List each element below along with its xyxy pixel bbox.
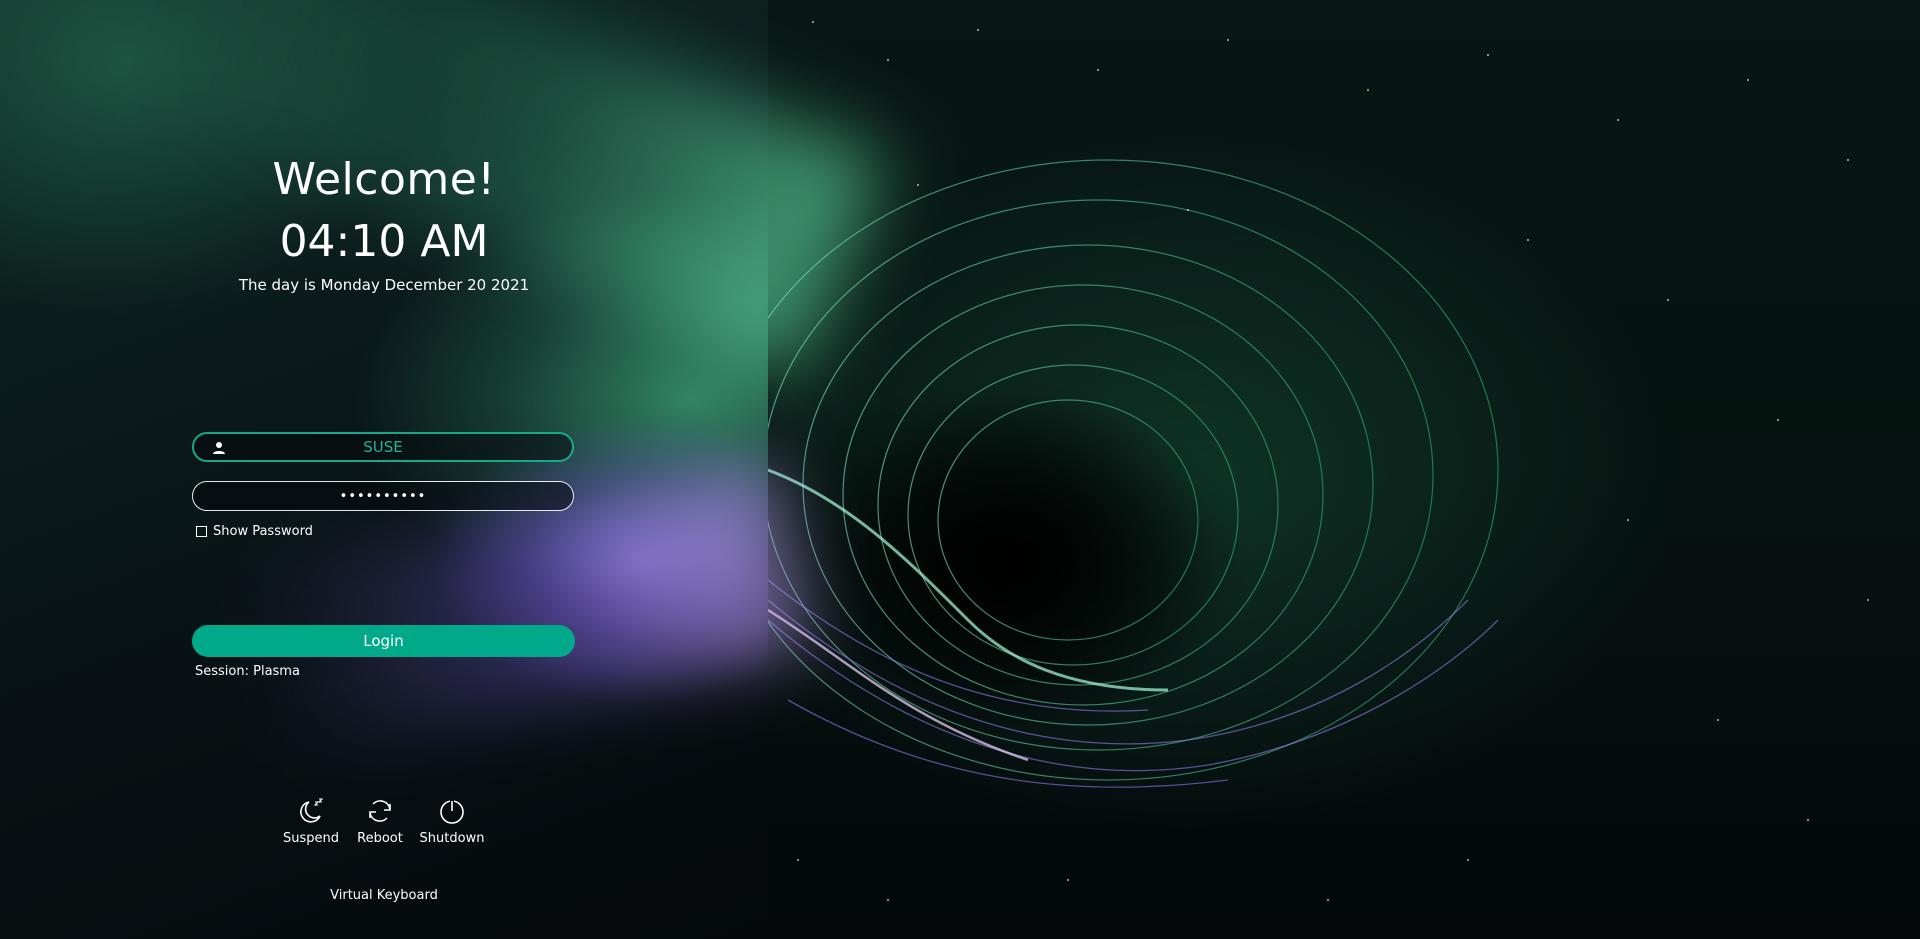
login-screen: Welcome! 04:10 AM The day is Monday Dece… bbox=[0, 0, 1920, 939]
power-icon bbox=[440, 799, 464, 824]
login-button[interactable]: Login bbox=[192, 625, 575, 657]
suspend-label: Suspend bbox=[282, 831, 339, 846]
suspend-button[interactable]: Suspend bbox=[276, 796, 346, 846]
username-value: SUSE bbox=[363, 438, 403, 456]
show-password-label: Show Password bbox=[213, 524, 313, 539]
virtual-keyboard-button[interactable]: Virtual Keyboard bbox=[0, 888, 768, 903]
date-label: The day is Monday December 20 2021 bbox=[238, 276, 530, 294]
reboot-label: Reboot bbox=[357, 831, 403, 846]
user-icon bbox=[213, 442, 225, 454]
login-form: Welcome! 04:10 AM The day is Monday Dece… bbox=[0, 0, 768, 939]
show-password-toggle[interactable]: Show Password bbox=[196, 524, 313, 539]
shutdown-label: Shutdown bbox=[419, 831, 485, 846]
password-field[interactable]: •••••••••• bbox=[192, 481, 574, 511]
wallpaper bbox=[768, 0, 1920, 939]
reboot-button[interactable]: Reboot bbox=[345, 796, 415, 846]
show-password-checkbox[interactable] bbox=[196, 526, 207, 537]
wallpaper-swirl bbox=[768, 21, 1869, 901]
password-value: •••••••••• bbox=[339, 488, 427, 504]
greeting-title: Welcome! bbox=[272, 154, 496, 205]
username-field[interactable]: SUSE bbox=[192, 432, 574, 462]
shutdown-button[interactable]: Shutdown bbox=[417, 796, 487, 846]
moon-icon bbox=[300, 798, 324, 823]
clock: 04:10 AM bbox=[279, 216, 489, 267]
reboot-icon bbox=[369, 800, 391, 822]
session-selector[interactable]: Session: Plasma bbox=[195, 664, 300, 679]
